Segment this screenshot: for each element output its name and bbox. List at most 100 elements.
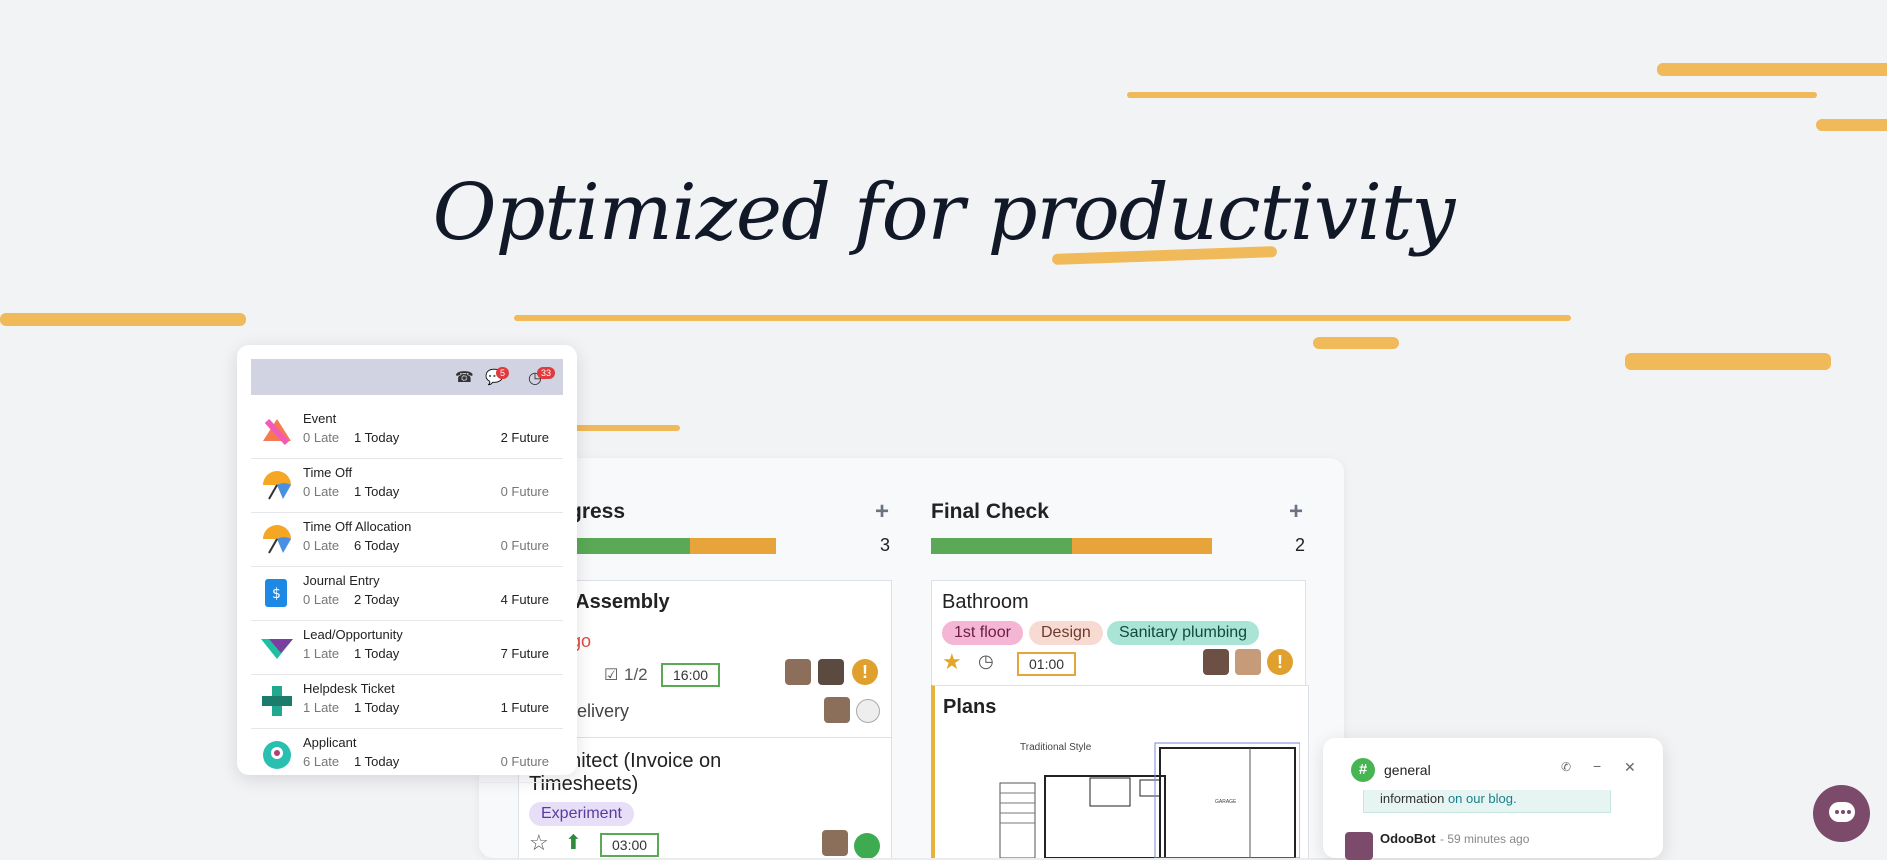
decorative-stroke [1657,63,1887,76]
umbrella-icon [259,521,295,557]
call-icon[interactable]: ✆ [1561,760,1571,774]
dot [1847,810,1851,814]
activity-row[interactable]: Time Off 0 Late 1 Today 0 Future [251,459,563,513]
today-count[interactable]: 2 Today [354,592,399,607]
planned-hours: 03:00 [600,833,660,857]
future-count[interactable]: 2 Future [501,430,549,445]
today-count[interactable]: 1 Today [354,484,399,499]
future-count[interactable]: 7 Future [501,646,549,661]
star-icon[interactable]: ★ [942,649,962,675]
late-count[interactable]: 6 Late [303,754,339,769]
future-count[interactable]: 0 Future [501,754,549,769]
tag-design[interactable]: Design [1029,621,1103,645]
column-title: gress [569,500,626,523]
future-count[interactable]: 1 Future [501,700,549,715]
avatar [1203,649,1229,675]
close-icon[interactable]: ✕ [1624,759,1636,776]
column-progress-bar[interactable] [559,538,798,554]
decorative-stroke [1313,337,1399,349]
avatar [824,697,850,723]
kanban-board: gress + 3 en Assembly s ago ☑ 1/2 16:00 … [479,458,1344,858]
status-circle[interactable] [854,833,880,858]
decorative-stroke [1127,92,1817,98]
add-card-button[interactable]: + [875,498,889,526]
helpdesk-icon [259,683,295,719]
chat-launcher-button[interactable] [1813,785,1870,842]
activity-row[interactable]: Lead/Opportunity 1 Late 1 Today 7 Future [251,621,563,675]
avatar [785,659,811,685]
channel-hash-icon: # [1351,758,1375,782]
activity-name: Time Off [303,465,353,480]
today-count[interactable]: 1 Today [354,754,399,769]
kanban-card[interactable]: Bathroom 1st floor Design Sanitary plumb… [931,580,1306,687]
today-count[interactable]: 1 Today [354,700,399,715]
blog-link[interactable]: on our blog. [1448,791,1517,806]
late-count[interactable]: 0 Late [303,484,339,499]
author-avatar [1345,832,1373,860]
clock-icon[interactable]: ◷ [978,651,994,672]
channel-name: general [1384,762,1431,778]
add-card-button[interactable]: + [1289,498,1303,526]
activity-name: Journal Entry [303,573,380,588]
minimize-icon[interactable]: − [1593,758,1601,774]
today-count[interactable]: 1 Today [354,430,399,445]
status-circle[interactable] [856,699,880,723]
activity-name: Event [303,411,337,426]
svg-text:$: $ [272,586,281,602]
late-count[interactable]: 0 Late [303,430,339,445]
card-title: Bathroom [942,591,1029,613]
warning-icon[interactable]: ! [852,659,878,685]
activity-name: Applicant [303,735,357,750]
future-count[interactable]: 4 Future [501,592,549,607]
activity-row[interactable]: Time Off Allocation 0 Late 6 Today 0 Future [251,513,563,567]
tag-sanitary-plumbing[interactable]: Sanitary plumbing [1107,621,1260,645]
today-count[interactable]: 6 Today [354,538,399,553]
warning-icon[interactable]: ! [1267,649,1293,675]
chat-window: # general ✆ − ✕ information on our blog.… [1323,738,1663,860]
activity-menu: ☎ 💬 5 ◷ 33 Event 0 Late 1 Today 2 Future Tim… [237,345,577,783]
late-count[interactable]: 0 Late [303,538,339,553]
phone-icon[interactable]: ☎ [455,368,474,386]
priority-icon: ⬆ [565,832,582,854]
messages-badge: 5 [496,367,510,379]
activity-row[interactable]: $ Journal Entry 0 Late 2 Today 4 Future [251,567,563,621]
activity-row[interactable]: Applicant 6 Late 1 Today 0 Future [251,729,563,783]
star-icon[interactable]: ☆ [529,830,549,856]
activity-name: Helpdesk Ticket [303,681,395,696]
decorative-stroke [1816,119,1887,131]
column-progress-bar[interactable] [931,538,1212,554]
activity-row[interactable]: Helpdesk Ticket 1 Late 1 Today 1 Future [251,675,563,729]
headline-emphasis: productivity [987,168,1456,258]
event-icon [259,413,295,449]
progress-green [559,538,691,554]
late-count[interactable]: 0 Late [303,592,339,607]
progress-orange [690,538,777,554]
planned-hours: 01:00 [1017,652,1077,676]
message-text: information [1380,791,1445,806]
decorative-stroke [0,313,246,326]
message-time: - 59 minutes ago [1440,832,1530,846]
tag-1st-floor[interactable]: 1st floor [942,621,1023,645]
column-count: 2 [1295,535,1306,555]
late-count[interactable]: 1 Late [303,646,339,661]
planned-hours: 16:00 [661,663,721,687]
avatar [818,659,844,685]
activity-row[interactable]: Event 0 Late 1 Today 2 Future [251,405,563,459]
today-count[interactable]: 1 Today [354,646,399,661]
checklist-count: 1/2 [624,665,648,684]
avatar [822,830,848,856]
card-title: Plans [943,696,997,718]
dot [1841,810,1845,814]
column-count: 3 [880,535,891,555]
kanban-card[interactable]: Plans Traditional Style GARAGE [931,685,1309,858]
svg-text:GARAGE: GARAGE [1215,799,1237,805]
future-count[interactable]: 0 Future [501,538,549,553]
dot [1835,810,1839,814]
tag-experiment[interactable]: Experiment [529,802,634,826]
systray-bar: ☎ 💬 5 ◷ 33 [251,359,563,395]
crm-icon [259,629,295,665]
recruitment-icon [259,737,295,773]
late-count[interactable]: 1 Late [303,700,339,715]
future-count[interactable]: 0 Future [501,484,549,499]
headline-text: Optimized for [432,168,988,258]
